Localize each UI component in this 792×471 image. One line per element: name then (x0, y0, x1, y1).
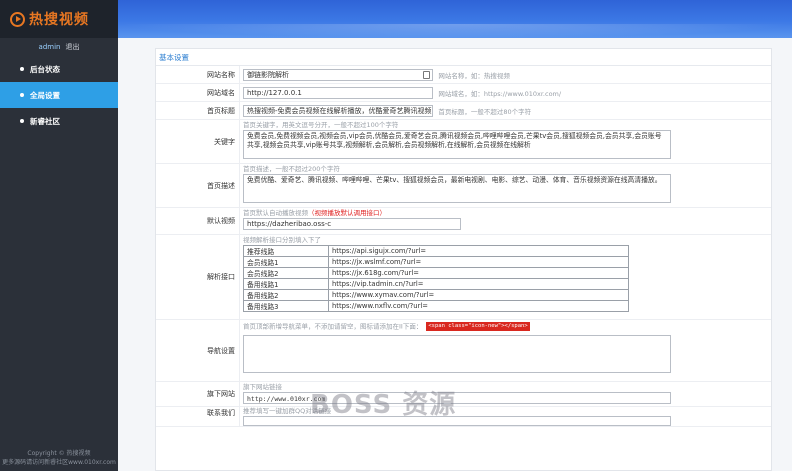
route-name-input[interactable]: 推荐线路 (243, 245, 329, 257)
default-video-hint: 首页默认自动播放视频（视频播放默认调用接口） (243, 209, 386, 217)
logo[interactable]: 热搜视频 (0, 0, 118, 38)
row-site-name: 网站名称 御链影院解析 网站名称，如：热搜视频 (156, 66, 771, 84)
home-title-hint: 首页标题，一般不超过80个字符 (438, 108, 532, 116)
sidebar-item-community[interactable]: 新睿社区 (0, 108, 118, 134)
keywords-label: 关键字 (156, 120, 240, 163)
sidebar-item-status[interactable]: 后台状态 (0, 56, 118, 82)
route-url-input[interactable]: https://api.sigujx.com/?url= (328, 245, 629, 257)
row-sub-site: 旗下网站 旗下网站链接 http://www.010xr.com (156, 382, 771, 407)
route-name-input[interactable]: 备用线路2 (243, 289, 329, 301)
table-row: 备用线路3 https://www.nxflv.com/?url= (243, 300, 629, 312)
keywords-hint: 首页关键字，用英文逗号分开，一般不超过100个字符 (243, 121, 399, 129)
site-domain-hint: 网站域名，如：https://www.010xr.com/ (438, 90, 562, 98)
sub-site-label: 旗下网站 (156, 382, 240, 406)
sidebar-item-label: 后台状态 (30, 64, 60, 74)
contact-label: 联系我们 (156, 407, 240, 426)
sidebar-item-label: 全局设置 (30, 90, 60, 100)
row-parse-api: 解析接口 视频解析接口分别填入下了 推荐线路 https://api.sigujx… (156, 235, 771, 320)
header-banner (118, 0, 792, 38)
settings-panel: 基本设置 网站名称 御链影院解析 网站名称，如：热搜视频 网站域名 http:/… (155, 48, 772, 471)
site-name-input[interactable]: 御链影院解析 (243, 69, 433, 81)
default-video-input[interactable]: https://dazheribao.oss-c (243, 218, 461, 230)
edit-icon (423, 71, 430, 79)
row-default-video: 默认视频 首页默认自动播放视频（视频播放默认调用接口） https://dazh… (156, 208, 771, 235)
site-name-hint: 网站名称，如：热搜视频 (438, 72, 510, 80)
sidebar-footer: Copyright © 热搜视频 更多源码请访问新睿社区www.010xr.co… (0, 449, 118, 467)
description-hint: 首页描述，一般不超过200个字符 (243, 165, 340, 173)
nav-settings-label: 导航设置 (156, 320, 240, 381)
route-url-input[interactable]: https://www.xymav.com/?url= (328, 289, 629, 301)
logout-link[interactable]: 退出 (65, 42, 79, 52)
sidebar-item-global-settings[interactable]: 全局设置 (0, 82, 118, 108)
watermark: BOSS 资源 (310, 390, 457, 420)
username[interactable]: admin (39, 43, 61, 51)
nav-settings-hint: 首页顶部新增导航菜单，不添加请留空，图标请添加在II下面： <span class… (243, 322, 530, 331)
copyright-text: Copyright © 热搜视频 (27, 450, 91, 457)
default-video-label: 默认视频 (156, 208, 240, 234)
section-title: 基本设置 (156, 49, 771, 66)
row-home-title: 首页标题 热搜视频-免费会员视频在线解析播放，优酷爱奇艺腾讯视频 首页标题，一般… (156, 102, 771, 120)
route-name-input[interactable]: 会员线路2 (243, 267, 329, 279)
banner-wave (118, 24, 792, 38)
row-nav-settings: 导航设置 首页顶部新增导航菜单，不添加请留空，图标请添加在II下面： <span … (156, 320, 771, 382)
site-domain-label: 网站域名 (156, 84, 240, 101)
footer-link-text[interactable]: 更多源码请访问新睿社区www.010xr.com (0, 458, 118, 467)
parse-api-label: 解析接口 (156, 235, 240, 319)
row-description: 首页描述 首页描述，一般不超过200个字符 免费优酷、爱奇艺、腾讯视频、哔哩哔哩… (156, 164, 771, 208)
route-url-input[interactable]: https://jx.wslmf.com/?url= (328, 256, 629, 268)
default-video-hint-red: （视频播放默认调用接口） (308, 209, 386, 217)
table-row: 会员线路1 https://jx.wslmf.com/?url= (243, 256, 629, 268)
route-name-input[interactable]: 备用线路3 (243, 300, 329, 312)
route-url-input[interactable]: https://vip.tadmin.cn/?url= (328, 278, 629, 290)
sidebar: 热搜视频 admin 退出 后台状态 全局设置 新睿社区 Copyright ©… (0, 0, 118, 471)
row-site-domain: 网站域名 http://127.0.0.1 网站域名，如：https://www… (156, 84, 771, 102)
table-row: 备用线路2 https://www.xymav.com/?url= (243, 289, 629, 301)
logo-text: 热搜视频 (29, 12, 89, 28)
parse-api-hint: 视频解析接口分别填入下了 (243, 236, 321, 244)
icon-code-badge: <span class="icon-new"></span> (426, 322, 530, 331)
home-title-input[interactable]: 热搜视频-免费会员视频在线解析播放，优酷爱奇艺腾讯视频 (243, 105, 433, 117)
description-textarea[interactable]: 免费优酷、爱奇艺、腾讯视频、哔哩哔哩、芒果tv、搜狐视频会员，最新电视剧、电影、… (243, 174, 671, 203)
table-row: 推荐线路 https://api.sigujx.com/?url= (243, 245, 629, 257)
route-name-input[interactable]: 会员线路1 (243, 256, 329, 268)
site-domain-input[interactable]: http://127.0.0.1 (243, 87, 433, 99)
route-name-input[interactable]: 备用线路1 (243, 278, 329, 290)
parse-api-table: 推荐线路 https://api.sigujx.com/?url= 会员线路1 ht… (243, 245, 629, 312)
bullet-icon (20, 93, 24, 97)
description-label: 首页描述 (156, 164, 240, 207)
route-url-input[interactable]: https://www.nxflv.com/?url= (328, 300, 629, 312)
play-icon (10, 11, 25, 27)
bullet-icon (20, 67, 24, 71)
home-title-label: 首页标题 (156, 102, 240, 119)
keywords-textarea[interactable]: 免费会员,免费视频会员,视频会员,vip会员,优酷会员,爱奇艺会员,腾讯视频会员… (243, 130, 671, 159)
site-name-label: 网站名称 (156, 66, 240, 83)
bullet-icon (20, 119, 24, 123)
row-contact: 联系我们 推荐填写一键加群QQ对话链接 (156, 407, 771, 427)
table-row: 会员线路2 https://jx.618g.com/?url= (243, 267, 629, 279)
row-keywords: 关键字 首页关键字，用英文逗号分开，一般不超过100个字符 免费会员,免费视频会… (156, 120, 771, 164)
user-bar: admin 退出 (0, 38, 118, 56)
route-url-input[interactable]: https://jx.618g.com/?url= (328, 267, 629, 279)
sidebar-item-label: 新睿社区 (30, 116, 60, 126)
nav-settings-textarea[interactable] (243, 334, 671, 373)
table-row: 备用线路1 https://vip.tadmin.cn/?url= (243, 278, 629, 290)
